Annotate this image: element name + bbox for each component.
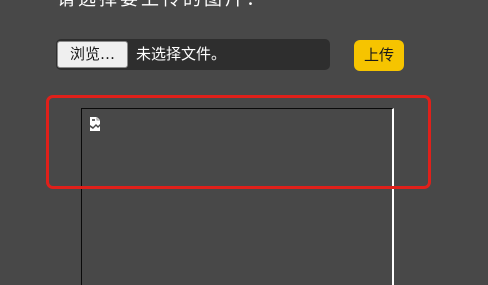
upload-page: 请选择要上传的图片： 浏览… 未选择文件。 上传 (0, 0, 488, 285)
page-title: 请选择要上传的图片： (57, 0, 267, 10)
upload-button[interactable]: 上传 (354, 40, 404, 71)
file-input[interactable]: 浏览… 未选择文件。 (56, 39, 330, 70)
highlight-box (46, 95, 431, 189)
file-status-text: 未选择文件。 (136, 45, 227, 63)
browse-button[interactable]: 浏览… (57, 41, 128, 68)
